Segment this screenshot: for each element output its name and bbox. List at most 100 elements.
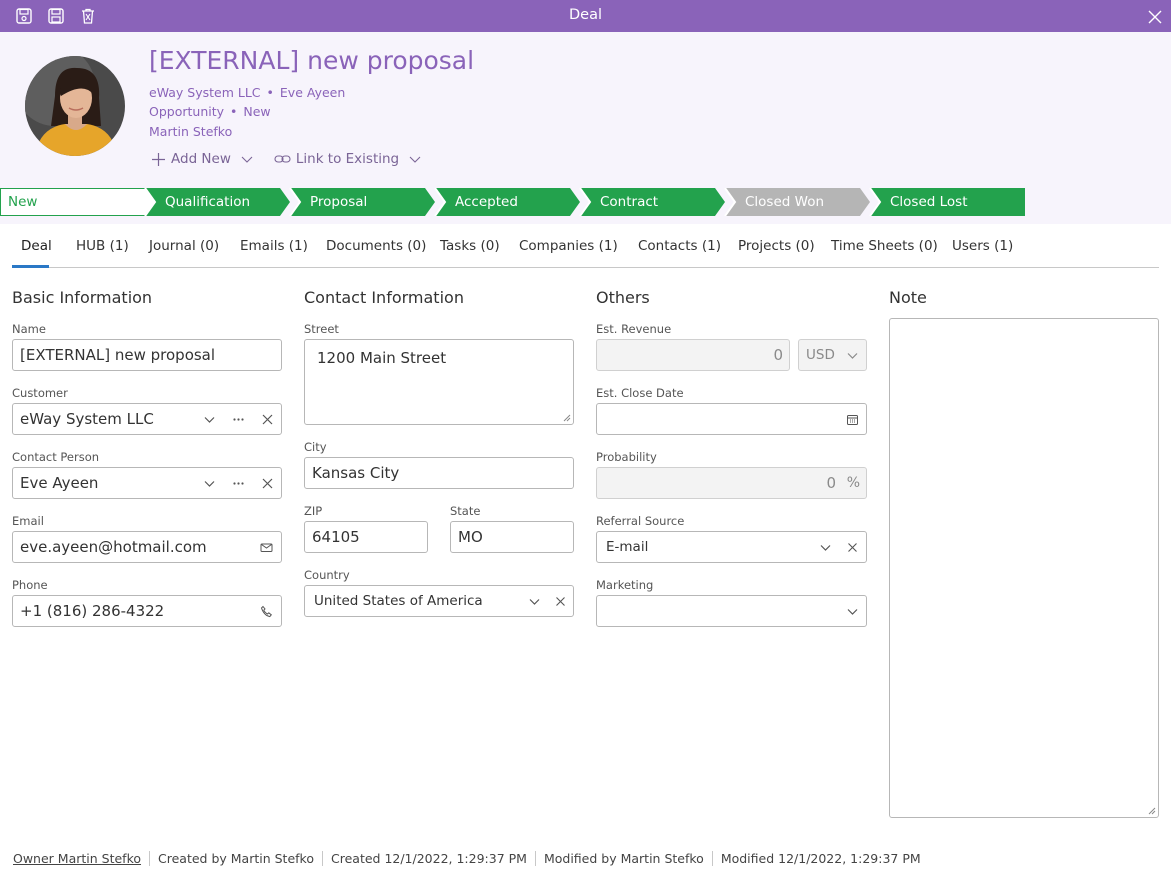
envelope-icon[interactable]	[260, 541, 273, 554]
tab-deal[interactable]: Deal	[21, 238, 52, 254]
stage-contract[interactable]: Contract	[580, 188, 658, 216]
company-contact-line: eWay System LLC • Eve Ayeen	[149, 85, 346, 100]
contact-link[interactable]: Eve Ayeen	[280, 85, 345, 100]
city-field[interactable]: Kansas City	[304, 457, 574, 489]
stage-closed-lost[interactable]: Closed Lost	[870, 188, 968, 216]
street-textarea[interactable]: 1200 Main Street	[304, 339, 574, 425]
stage-accepted[interactable]: Accepted	[435, 188, 518, 216]
more-icon[interactable]	[232, 477, 245, 490]
referral-source-value: E-mail	[606, 539, 649, 555]
deal-type: Opportunity	[149, 104, 225, 119]
country-select[interactable]: United States of America	[304, 585, 574, 617]
phone-icon[interactable]	[260, 605, 273, 618]
clear-icon[interactable]	[261, 477, 274, 490]
add-new-button[interactable]: Add New	[151, 151, 254, 167]
street-label: Street	[304, 322, 339, 336]
link-to-existing-button[interactable]: Link to Existing	[274, 151, 422, 167]
resize-handle-icon[interactable]	[1148, 807, 1156, 815]
tab-projects[interactable]: Projects (0)	[738, 238, 815, 254]
record-footer: Owner Martin Stefko Created by Martin St…	[13, 851, 929, 866]
type-status-line: Opportunity • New	[149, 104, 271, 119]
street-value: 1200 Main Street	[317, 349, 447, 367]
chevron-down-icon[interactable]	[528, 595, 541, 608]
avatar	[25, 56, 125, 156]
contact-person-label: Contact Person	[12, 450, 100, 464]
modified-by: Modified by Martin Stefko	[534, 851, 712, 866]
tab-journal[interactable]: Journal (0)	[149, 238, 219, 254]
more-icon[interactable]	[232, 413, 245, 426]
marketing-select[interactable]	[596, 595, 867, 627]
est-close-date-label: Est. Close Date	[596, 386, 684, 400]
probability-label: Probability	[596, 450, 657, 464]
est-revenue-label: Est. Revenue	[596, 322, 672, 336]
owner-link[interactable]: Martin Stefko	[149, 124, 232, 139]
phone-value: +1 (816) 286-4322	[20, 602, 165, 620]
created-by: Created by Martin Stefko	[149, 851, 322, 866]
probability-field: 0 %	[596, 467, 867, 499]
note-title: Note	[889, 288, 927, 307]
est-close-date-field[interactable]	[596, 403, 867, 435]
state-field[interactable]: MO	[450, 521, 574, 553]
name-field[interactable]: [EXTERNAL] new proposal	[12, 339, 282, 371]
modified-date: Modified 12/1/2022, 1:29:37 PM	[711, 851, 929, 866]
deal-title: [EXTERNAL] new proposal	[149, 46, 475, 75]
customer-select[interactable]: eWay System LLC	[12, 403, 282, 435]
clear-icon[interactable]	[554, 595, 567, 608]
clear-icon[interactable]	[261, 413, 274, 426]
created-date: Created 12/1/2022, 1:29:37 PM	[322, 851, 535, 866]
active-tab-indicator	[12, 265, 49, 268]
phone-label: Phone	[12, 578, 48, 592]
owner-link[interactable]: Owner Martin Stefko	[13, 851, 149, 866]
phone-field[interactable]: +1 (816) 286-4322	[12, 595, 282, 627]
country-value: United States of America	[314, 593, 483, 609]
chevron-down-icon	[409, 156, 421, 163]
chevron-down-icon[interactable]	[846, 605, 859, 618]
chevron-down-icon	[241, 156, 253, 163]
stage-new[interactable]: New	[0, 188, 37, 216]
chevron-down-icon	[846, 349, 859, 362]
chevron-down-icon[interactable]	[819, 541, 832, 554]
company-link[interactable]: eWay System LLC	[149, 85, 261, 100]
tab-emails[interactable]: Emails (1)	[240, 238, 308, 254]
chevron-down-icon[interactable]	[203, 477, 216, 490]
email-field[interactable]: eve.ayeen@hotmail.com	[12, 531, 282, 563]
stage-proposal[interactable]: Proposal	[290, 188, 367, 216]
customer-label: Customer	[12, 386, 68, 400]
email-label: Email	[12, 514, 44, 528]
country-label: Country	[304, 568, 350, 582]
others-title: Others	[596, 288, 650, 307]
referral-source-select[interactable]: E-mail	[596, 531, 867, 563]
stage-pipeline: New Qualification Proposal Accepted Cont…	[0, 188, 1025, 216]
tab-documents[interactable]: Documents (0)	[326, 238, 426, 254]
tab-users[interactable]: Users (1)	[952, 238, 1013, 254]
zip-field[interactable]: 64105	[304, 521, 428, 553]
tab-hub[interactable]: HUB (1)	[76, 238, 129, 254]
tab-tasks[interactable]: Tasks (0)	[440, 238, 500, 254]
percent-unit: %	[846, 475, 860, 491]
window-title: Deal	[568, 7, 602, 23]
zip-label: ZIP	[304, 504, 323, 518]
tab-companies[interactable]: Companies (1)	[519, 238, 618, 254]
tab-contacts[interactable]: Contacts (1)	[638, 238, 721, 254]
plus-icon	[152, 152, 165, 166]
note-textarea[interactable]	[889, 318, 1159, 818]
title-bar: Deal	[0, 0, 1171, 32]
stage-qualification[interactable]: Qualification	[145, 188, 250, 216]
contact-info-title: Contact Information	[304, 288, 464, 307]
resize-handle-icon[interactable]	[563, 414, 571, 422]
city-label: City	[304, 440, 327, 454]
link-icon	[274, 154, 291, 163]
tab-time-sheets[interactable]: Time Sheets (0)	[831, 238, 938, 254]
contact-person-select[interactable]: Eve Ayeen	[12, 467, 282, 499]
clear-icon[interactable]	[846, 541, 859, 554]
probability-value: 0	[826, 474, 836, 492]
stage-closed-won[interactable]: Closed Won	[725, 188, 824, 216]
contact-person-value: Eve Ayeen	[20, 474, 99, 492]
chevron-down-icon[interactable]	[203, 413, 216, 426]
calendar-icon[interactable]	[846, 413, 859, 426]
basic-info-title: Basic Information	[12, 288, 153, 307]
currency-value: USD	[806, 347, 835, 363]
customer-value: eWay System LLC	[20, 410, 154, 428]
close-icon[interactable]	[1146, 8, 1164, 26]
state-label: State	[450, 504, 481, 518]
